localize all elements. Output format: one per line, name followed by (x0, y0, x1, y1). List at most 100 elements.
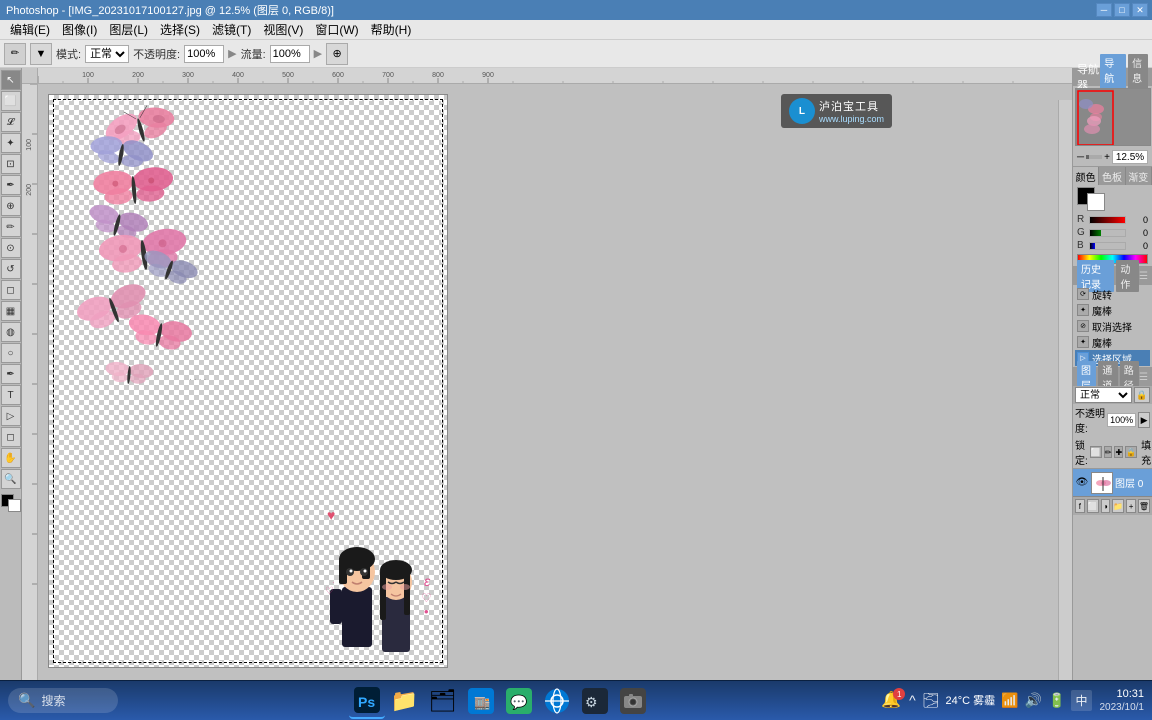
tab-swatches[interactable]: 色板 (1099, 167, 1125, 185)
layer-visibility-toggle[interactable]: 👁 (1075, 476, 1089, 490)
background-color[interactable] (1087, 193, 1105, 211)
menu-image[interactable]: 图像(I) (56, 19, 103, 40)
clone-tool[interactable]: ⊙ (1, 238, 21, 258)
ruler-vertical: 100 200 (22, 84, 38, 698)
taskbar: 🔍 搜索 Ps 📁 🗂 🏬 💬 (0, 680, 1152, 720)
layer-new-btn[interactable]: + (1126, 499, 1136, 513)
menu-edit[interactable]: 编辑(E) (4, 19, 56, 40)
ime-icon[interactable]: 中 (1071, 690, 1091, 711)
menu-help[interactable]: 帮助(H) (365, 19, 418, 40)
path-select-tool[interactable]: ▷ (1, 406, 21, 426)
text-tool[interactable]: T (1, 385, 21, 405)
volume-icon[interactable]: 🔊 (1025, 692, 1042, 709)
channel-r-bar[interactable] (1089, 216, 1126, 224)
taskbar-apps: Ps 📁 🗂 🏬 💬 (122, 683, 877, 719)
taskbar-app-file-manager[interactable]: 📁 (387, 683, 423, 719)
taskbar-app-store[interactable]: 🏬 (463, 683, 499, 719)
pen-tool[interactable]: ✒ (1, 364, 21, 384)
notification-area[interactable]: 🔔 1 (881, 690, 901, 710)
layer-blend-mode-select[interactable]: 正常 (1075, 387, 1132, 403)
fg-bg-swatch[interactable] (1, 494, 21, 512)
lock-pixels-icon[interactable]: ✏ (1104, 446, 1113, 458)
lasso-tool[interactable]: 𝓛 (1, 112, 21, 132)
gradient-tool[interactable]: ▦ (1, 301, 21, 321)
history-item-wand2[interactable]: ✦ 魔棒 (1075, 334, 1150, 350)
layer-mask-btn[interactable]: ⬜ (1087, 499, 1099, 513)
minimize-button[interactable]: ─ (1096, 3, 1112, 17)
erase-tool[interactable]: ◻ (1, 280, 21, 300)
menu-bar: 编辑(E) 图像(I) 图层(L) 选择(S) 滤镜(T) 视图(V) 窗口(W… (0, 20, 1152, 40)
zoom-tool[interactable]: 🔍 (1, 469, 21, 489)
taskbar-app-photoshop[interactable]: Ps (349, 683, 385, 719)
tool-preset-btn[interactable]: ▼ (30, 43, 52, 65)
menu-window[interactable]: 窗口(W) (309, 19, 364, 40)
layers-header[interactable]: 图层 通道 路径 ☰ (1073, 368, 1152, 386)
history-item-wand1[interactable]: ✦ 魔棒 (1075, 302, 1150, 318)
canvas-scroll[interactable]: L 泸泊宝工具 www.luping.com (38, 84, 1072, 698)
layer-style-btn[interactable]: f (1075, 499, 1085, 513)
layer-delete-btn[interactable]: 🗑 (1138, 499, 1150, 513)
eyedropper-tool[interactable]: ✒ (1, 175, 21, 195)
select-tool[interactable]: ⬜ (1, 91, 21, 111)
maximize-button[interactable]: □ (1114, 3, 1130, 17)
navigator-header[interactable]: 导航器 导航器 信息 (1073, 68, 1152, 86)
layer-row-0[interactable]: 👁 图层 0 (1073, 469, 1152, 497)
canvas-area[interactable]: 100 200 300 400 500 600 700 800 (22, 68, 1072, 698)
menu-layer[interactable]: 图层(L) (103, 19, 154, 40)
color-swatches (1073, 185, 1152, 213)
taskbar-search[interactable]: 🔍 搜索 (8, 688, 118, 713)
spot-heal-tool[interactable]: ⊕ (1, 196, 21, 216)
taskbar-clock[interactable]: 10:31 2023/10/1 (1100, 687, 1145, 714)
opacity-label: 不透明度: (1075, 405, 1105, 435)
menu-view[interactable]: 视图(V) (257, 19, 309, 40)
history-brush-tool[interactable]: ↺ (1, 259, 21, 279)
layer-opacity-input[interactable]: 100% (1107, 413, 1136, 427)
wand-tool[interactable]: ✦ (1, 133, 21, 153)
network-icon[interactable]: 📶 (1001, 692, 1018, 709)
lock-position-icon[interactable]: ✚ (1114, 446, 1123, 458)
vertical-scrollbar[interactable] (1058, 100, 1072, 684)
history-list: ⟳ 旋转 ✦ 魔棒 ⊘ 取消选择 ✦ 魔棒 ▷ 选择区域 (1073, 285, 1152, 367)
move-tool[interactable]: ↖ (1, 70, 21, 90)
layer-opacity-arrow[interactable]: ▶ (1138, 412, 1150, 428)
brush-tool[interactable]: ✏ (1, 217, 21, 237)
hand-tool[interactable]: ✋ (1, 448, 21, 468)
history-item-deselect[interactable]: ⊘ 取消选择 (1075, 318, 1150, 334)
taskbar-app-camera[interactable] (615, 683, 651, 719)
fg-bg-color[interactable] (1077, 187, 1105, 211)
layer-0-name: 图层 0 (1115, 475, 1150, 490)
blur-tool[interactable]: ◍ (1, 322, 21, 342)
history-header[interactable]: 历史记录 动作 ☰ (1073, 267, 1152, 285)
history-icon: ✦ (1077, 336, 1089, 348)
tab-actions[interactable]: 动作 (1116, 260, 1139, 292)
shape-tool[interactable]: ◻ (1, 427, 21, 447)
taskbar-app-steam[interactable]: ⚙ (577, 683, 613, 719)
taskbar-app-folder[interactable]: 🗂 (425, 683, 461, 719)
layer-lock-btn[interactable]: 🔒 (1134, 387, 1150, 403)
chevron-up-icon[interactable]: ^ (909, 692, 916, 708)
blend-mode-select[interactable]: 正常 (85, 45, 129, 63)
menu-select[interactable]: 选择(S) (154, 19, 206, 40)
airbrush-btn[interactable]: ⊕ (326, 43, 348, 65)
history-icon: ✦ (1077, 304, 1089, 316)
dodge-tool[interactable]: ○ (1, 343, 21, 363)
lock-all-icon[interactable]: 🔒 (1125, 446, 1137, 458)
crop-tool[interactable]: ⊡ (1, 154, 21, 174)
close-button[interactable]: ✕ (1132, 3, 1148, 17)
search-icon: 🔍 (18, 692, 35, 709)
menu-filter[interactable]: 滤镜(T) (206, 19, 257, 40)
lock-transparent-icon[interactable]: ⬜ (1090, 446, 1102, 458)
document-canvas[interactable]: · · · · ♥ (48, 94, 448, 668)
channel-g-bar[interactable] (1089, 229, 1126, 237)
zoom-input[interactable] (1112, 150, 1148, 164)
tab-gradient[interactable]: 渐变 (1126, 167, 1152, 185)
taskbar-app-browser[interactable] (539, 683, 575, 719)
taskbar-app-wechat[interactable]: 💬 (501, 683, 537, 719)
layer-group-btn[interactable]: 📁 (1112, 499, 1124, 513)
layer-adjustment-btn[interactable]: ◑ (1101, 499, 1111, 513)
decorative-heart: ♡ (421, 591, 432, 605)
svg-text:200: 200 (26, 184, 33, 196)
channel-b-bar[interactable] (1089, 242, 1126, 250)
workspace-container: ↖ ⬜ 𝓛 ✦ ⊡ ✒ ⊕ ✏ ⊙ ↺ ◻ ▦ ◍ ○ ✒ T ▷ ◻ ✋ 🔍 (0, 68, 1152, 698)
tab-color[interactable]: 颜色 (1073, 167, 1099, 185)
